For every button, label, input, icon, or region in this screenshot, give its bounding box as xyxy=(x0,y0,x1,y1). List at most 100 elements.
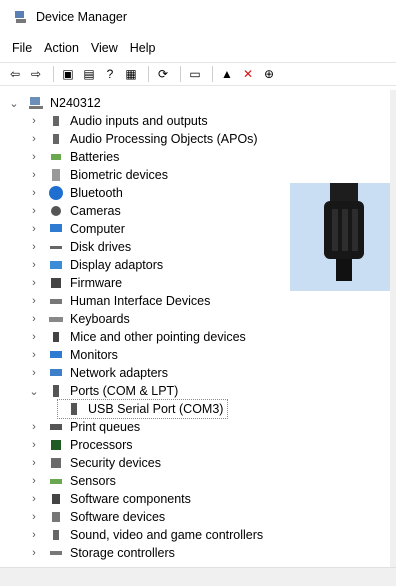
monitor-icon xyxy=(48,347,64,363)
chevron-right-icon[interactable]: › xyxy=(28,151,40,163)
speaker-icon xyxy=(48,131,64,147)
disk-icon xyxy=(48,239,64,255)
tree-item-label: Display adaptors xyxy=(70,258,164,272)
tree-item-software-components[interactable]: › Software components xyxy=(28,490,191,508)
toolbar: ⇦ ⇨ ▣ ▤ ? ▦ ⟳ ▭ ▲ ✕ ⊕ xyxy=(0,62,396,86)
tree-item-label: Audio inputs and outputs xyxy=(70,114,208,128)
tree-item-apos[interactable]: › Audio Processing Objects (APOs) xyxy=(28,130,258,148)
tree-item-label: Monitors xyxy=(70,348,118,362)
tree-item-sound-video[interactable]: › Sound, video and game controllers xyxy=(28,526,263,544)
bluetooth-icon xyxy=(48,185,64,201)
horizontal-scrollbar[interactable] xyxy=(0,567,396,586)
tree-item-hid[interactable]: › Human Interface Devices xyxy=(28,292,210,310)
properties-icon[interactable]: ▣ xyxy=(59,65,77,83)
computer-icon xyxy=(28,95,44,111)
tree-item-network[interactable]: › Network adapters xyxy=(28,364,168,382)
vertical-scrollbar[interactable] xyxy=(390,90,396,570)
tree-item-biometric[interactable]: › Biometric devices xyxy=(28,166,168,184)
chevron-right-icon[interactable]: › xyxy=(28,439,40,451)
port-icon xyxy=(66,401,82,417)
network-icon xyxy=(48,365,64,381)
menu-bar: File Action View Help xyxy=(0,38,162,58)
back-icon[interactable]: ⇦ xyxy=(6,65,24,83)
title-bar: Device Manager xyxy=(0,0,396,34)
chevron-right-icon[interactable]: › xyxy=(28,421,40,433)
tree-item-batteries[interactable]: › Batteries xyxy=(28,148,119,166)
chevron-right-icon[interactable]: › xyxy=(28,511,40,523)
add-driver-icon[interactable]: ▲ xyxy=(218,65,236,83)
chevron-right-icon[interactable]: › xyxy=(28,277,40,289)
toolbar-separator xyxy=(148,66,149,82)
chevron-right-icon[interactable]: › xyxy=(28,187,40,199)
chevron-right-icon[interactable]: › xyxy=(28,349,40,361)
update-icon[interactable]: ⊕ xyxy=(260,65,278,83)
uninstall-icon[interactable]: ✕ xyxy=(239,65,257,83)
tree-item-cameras[interactable]: › Cameras xyxy=(28,202,121,220)
tree-item-audio-inputs[interactable]: › Audio inputs and outputs xyxy=(28,112,208,130)
menu-help[interactable]: Help xyxy=(124,41,162,55)
chevron-right-icon[interactable]: › xyxy=(28,259,40,271)
tree-item-disk[interactable]: › Disk drives xyxy=(28,238,131,256)
tree-item-mice[interactable]: › Mice and other pointing devices xyxy=(28,328,246,346)
tree-item-keyboards[interactable]: › Keyboards xyxy=(28,310,130,328)
chevron-right-icon[interactable]: › xyxy=(28,547,40,559)
speaker-icon xyxy=(48,113,64,129)
chevron-down-icon[interactable]: ⌄ xyxy=(28,385,40,398)
tree-root[interactable]: ⌄ N240312 xyxy=(8,94,100,112)
chevron-right-icon[interactable]: › xyxy=(28,475,40,487)
chevron-down-icon[interactable]: ⌄ xyxy=(8,97,20,110)
view-icon[interactable]: ▦ xyxy=(122,65,140,83)
chevron-right-icon[interactable]: › xyxy=(28,313,40,325)
monitor-icon xyxy=(48,221,64,237)
tree-item-ports[interactable]: ⌄ Ports (COM & LPT) xyxy=(28,382,178,400)
tree-item-firmware[interactable]: › Firmware xyxy=(28,274,122,292)
chevron-right-icon[interactable]: › xyxy=(28,457,40,469)
tree-item-computer[interactable]: › Computer xyxy=(28,220,125,238)
tree-item-storage[interactable]: › Storage controllers xyxy=(28,544,175,562)
tree-item-label: Firmware xyxy=(70,276,123,290)
storage-icon xyxy=(48,545,64,561)
software-device-icon xyxy=(48,509,64,525)
list-icon[interactable]: ▤ xyxy=(80,65,98,83)
mouse-icon xyxy=(48,329,64,345)
scan-icon[interactable]: ⟳ xyxy=(154,65,172,83)
sensor-icon xyxy=(48,473,64,489)
chevron-right-icon[interactable]: › xyxy=(28,223,40,235)
tree-item-label: Batteries xyxy=(70,150,120,164)
chevron-right-icon[interactable]: › xyxy=(28,241,40,253)
tree-item-label: Sound, video and game controllers xyxy=(70,528,264,542)
cpu-icon xyxy=(48,437,64,453)
chevron-right-icon[interactable]: › xyxy=(28,529,40,541)
tree-item-usb-serial-port[interactable]: USB Serial Port (COM3) xyxy=(56,399,229,419)
menu-action[interactable]: Action xyxy=(38,41,85,55)
chevron-right-icon[interactable]: › xyxy=(28,367,40,379)
menu-file[interactable]: File xyxy=(6,41,38,55)
forward-icon[interactable]: ⇨ xyxy=(27,65,45,83)
tree-item-processors[interactable]: › Processors xyxy=(28,436,132,454)
chevron-right-icon[interactable]: › xyxy=(28,133,40,145)
chevron-right-icon[interactable]: › xyxy=(28,205,40,217)
tree-item-label: USB Serial Port (COM3) xyxy=(88,402,224,416)
tree-item-security[interactable]: › Security devices xyxy=(28,454,161,472)
tree-item-label: Human Interface Devices xyxy=(70,294,211,308)
tree-item-label: Biometric devices xyxy=(70,168,168,182)
tree-item-label: Storage controllers xyxy=(70,546,175,560)
tree-item-label: Software components xyxy=(70,492,191,506)
tree-item-sensors[interactable]: › Sensors xyxy=(28,472,116,490)
chevron-right-icon[interactable]: › xyxy=(28,115,40,127)
menu-view[interactable]: View xyxy=(85,41,124,55)
monitor-icon[interactable]: ▭ xyxy=(186,65,204,83)
tree-item-print-queues[interactable]: › Print queues xyxy=(28,418,140,436)
chevron-right-icon[interactable]: › xyxy=(28,493,40,505)
tree-item-software-devices[interactable]: › Software devices xyxy=(28,508,165,526)
tree-item-bluetooth[interactable]: › Bluetooth xyxy=(28,184,123,202)
chevron-right-icon[interactable]: › xyxy=(28,331,40,343)
hid-icon xyxy=(48,293,64,309)
tree-item-monitors[interactable]: › Monitors xyxy=(28,346,118,364)
help-icon[interactable]: ? xyxy=(101,65,119,83)
chevron-right-icon[interactable]: › xyxy=(28,169,40,181)
chevron-right-icon[interactable]: › xyxy=(28,295,40,307)
tree-item-label: Bluetooth xyxy=(70,186,123,200)
tree-item-label: Audio Processing Objects (APOs) xyxy=(70,132,258,146)
tree-item-display[interactable]: › Display adaptors xyxy=(28,256,163,274)
